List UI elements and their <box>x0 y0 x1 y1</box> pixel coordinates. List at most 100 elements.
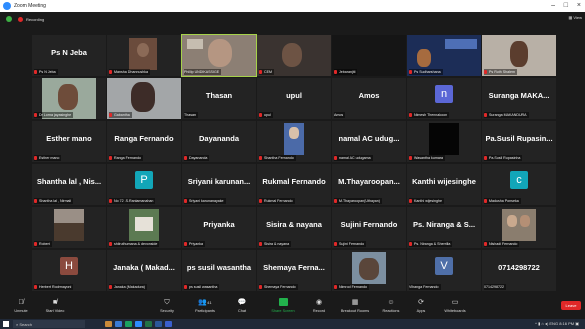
participant-tile[interactable]: V Vihanga Fernando <box>407 250 481 291</box>
tray-icons: ^ ▮ ⌂ ◂) <box>535 321 550 326</box>
maximize-button[interactable]: □ <box>564 1 568 11</box>
participant-display-name: Dayananda <box>198 134 240 143</box>
participant-tile[interactable]: 0714298722 0714298722 <box>482 250 556 291</box>
participant-display-name: Esther mano <box>46 134 92 143</box>
mic-muted-icon <box>259 242 262 246</box>
taskbar-app-icon[interactable] <box>165 321 172 327</box>
leave-button[interactable]: Leave <box>561 301 581 310</box>
mic-muted-icon <box>334 199 337 203</box>
participant-tile[interactable]: Shemaya Ferna... Shemaya Fernando <box>257 250 331 291</box>
excel-icon[interactable] <box>145 321 152 327</box>
participant-name: M.Thayaroopan(Uthayan) <box>339 199 380 203</box>
shield-icon[interactable] <box>6 16 12 22</box>
participant-tile[interactable]: Priyanka Priyanka <box>182 207 256 248</box>
participant-tile[interactable]: Ps Ruth Shalem <box>482 35 556 76</box>
breakout-rooms-button[interactable]: ▦ Breakout Rooms <box>340 298 370 313</box>
participant-tile[interactable]: Suranga MAKA... Suranga MAKANDURA <box>482 78 556 119</box>
reactions-button[interactable]: ☺ Reactions <box>376 298 406 313</box>
participant-tile[interactable]: Nishadi Fernando <box>482 207 556 248</box>
participant-tile[interactable]: ps susil wasantha ps susil wasantha <box>182 250 256 291</box>
participant-tile[interactable]: Dayananda Dayananda <box>182 121 256 162</box>
participant-tile[interactable]: Ps N Jeba Ps N Jeba <box>32 35 106 76</box>
smiley-icon: ☺ <box>387 299 395 306</box>
participant-name: Madusha Ponseka <box>489 199 519 203</box>
participant-tile[interactable]: Sujini Fernando Sujini Fernando <box>332 207 406 248</box>
share-screen-button[interactable]: Share Screen <box>268 298 298 313</box>
participant-tile[interactable]: upul upul <box>257 78 331 119</box>
record-button[interactable]: ◉ Record <box>304 298 334 313</box>
participant-tile[interactable]: Gabantha <box>107 78 181 119</box>
participant-tile[interactable]: Amos Amos <box>332 78 406 119</box>
mic-muted-icon <box>259 285 262 289</box>
participant-tile[interactable]: Esther mano Esther mano <box>32 121 106 162</box>
meeting-toolbar: 🎙̸ Unmute ■̸ Start Video ⛉ Security 👥41 … <box>0 296 585 318</box>
mic-muted-icon <box>184 199 187 203</box>
participant-tile[interactable]: Jebaranjiti <box>332 35 406 76</box>
view-button[interactable]: ▦ View <box>569 15 583 20</box>
close-button[interactable]: × <box>577 1 581 11</box>
participant-tile[interactable]: Shantha lal , Nis... Shantha lal , Nirma… <box>32 164 106 205</box>
participants-button[interactable]: 👥41 Participants <box>190 298 220 313</box>
participant-tile[interactable]: Ps Sudharshana <box>407 35 481 76</box>
participant-tile[interactable]: Wasantha kumara <box>407 121 481 162</box>
participant-tile[interactable]: Robert <box>32 207 106 248</box>
minimize-button[interactable]: – <box>551 1 555 11</box>
participant-tile[interactable]: Nimrod Fernando <box>332 250 406 291</box>
participant-tile[interactable]: Sisira & nayana Sisira & nayana <box>257 207 331 248</box>
taskbar-app-icon[interactable] <box>105 321 112 327</box>
participant-tile[interactable]: shilruthumana & devonside <box>107 207 181 248</box>
participant-tile[interactable]: M.Thayaroopan... M.Thayaroopan(Uthayan) <box>332 164 406 205</box>
participant-avatar: H <box>60 257 78 275</box>
whiteboards-button[interactable]: ▭ Whiteboards <box>440 298 470 313</box>
chat-button[interactable]: 💬 Chat <box>227 298 257 313</box>
zoom-logo-icon <box>3 2 11 10</box>
participant-tile[interactable]: Mansha Dhannushka <box>107 35 181 76</box>
participant-tile[interactable]: P No 72 .S.Raniamanahan <box>107 164 181 205</box>
video-camera-off-icon: ■̸ <box>52 299 58 306</box>
system-tray[interactable]: ^ ▮ ⌂ ◂) ENG 8:16 PM ▣ <box>535 321 579 326</box>
participant-tile[interactable]: Kanthi wijesinghe Kanthi wijesinghe <box>407 164 481 205</box>
participant-tile-active-speaker[interactable]: Phillip UNDIKASSIGE <box>181 34 257 77</box>
participant-tile[interactable]: Ranga Fernando Ranga Fernando <box>107 121 181 162</box>
unmute-button[interactable]: 🎙̸ Unmute <box>6 298 36 313</box>
participant-name: upul <box>264 113 271 117</box>
participant-name: Ps N Jeba <box>39 70 56 74</box>
participant-name: Wasantha kumara <box>414 156 444 160</box>
participant-name: Sriyani karunanayake <box>189 199 224 203</box>
participant-tile[interactable]: Dr Lorna jayasinghe <box>32 78 106 119</box>
participant-name: Shemaya Fernando <box>264 285 296 289</box>
participant-display-name: Ps. Niranga & S... <box>412 220 476 229</box>
participant-tile[interactable]: n Nimesh Thennakoon <box>407 78 481 119</box>
participant-display-name: Sriyani karunan... <box>187 177 251 186</box>
participant-display-name: Ranga Fernando <box>114 134 174 143</box>
windows-start-icon[interactable] <box>3 321 9 327</box>
chrome-icon[interactable] <box>125 321 132 327</box>
mic-muted-icon <box>184 156 187 160</box>
participant-tile[interactable]: Thasan Thasan <box>182 78 256 119</box>
start-video-button[interactable]: ■̸ Start Video <box>40 298 70 313</box>
participant-display-name: namal AC udug... <box>338 134 400 143</box>
taskbar-search[interactable]: ⌕ Search <box>13 320 85 328</box>
zoom-taskbar-icon[interactable] <box>135 321 142 327</box>
participant-tile[interactable]: CEM <box>257 35 331 76</box>
mic-muted-icon <box>409 242 412 246</box>
participant-tile[interactable]: c Madusha Ponseka <box>482 164 556 205</box>
word-icon[interactable] <box>155 321 162 327</box>
security-button[interactable]: ⛉ Security <box>152 298 182 313</box>
participant-name: Robert <box>39 242 50 246</box>
participant-tile[interactable]: Janaka ( Makad... Janaka (Makadura) <box>107 250 181 291</box>
task-view-icon[interactable] <box>115 321 122 327</box>
participant-tile[interactable]: Rukmal Fernando Rukmal Fernando <box>257 164 331 205</box>
apps-button[interactable]: ⟳ Apps <box>406 298 436 313</box>
participant-name: Gabantha <box>114 113 130 117</box>
participant-tile[interactable]: Shantha Fernando <box>257 121 331 162</box>
participant-tile[interactable]: H Herbert Rodrmayoni <box>32 250 106 291</box>
participant-name: namal AC udugama <box>339 156 371 160</box>
notification-icon[interactable]: ▣ <box>575 321 579 326</box>
participant-tile[interactable]: namal AC udug... namal AC udugama <box>332 121 406 162</box>
participant-tile[interactable]: Sriyani karunan... Sriyani karunanayake <box>182 164 256 205</box>
participant-tile[interactable]: Ps. Niranga & S... Ps. Niranga & Sherril… <box>407 207 481 248</box>
participant-tile[interactable]: Pa.Susil Rupasin... Pa.Susil Rupasinha <box>482 121 556 162</box>
participant-avatar: P <box>135 171 153 189</box>
participant-display-name: Pa.Susil Rupasin... <box>485 134 553 143</box>
